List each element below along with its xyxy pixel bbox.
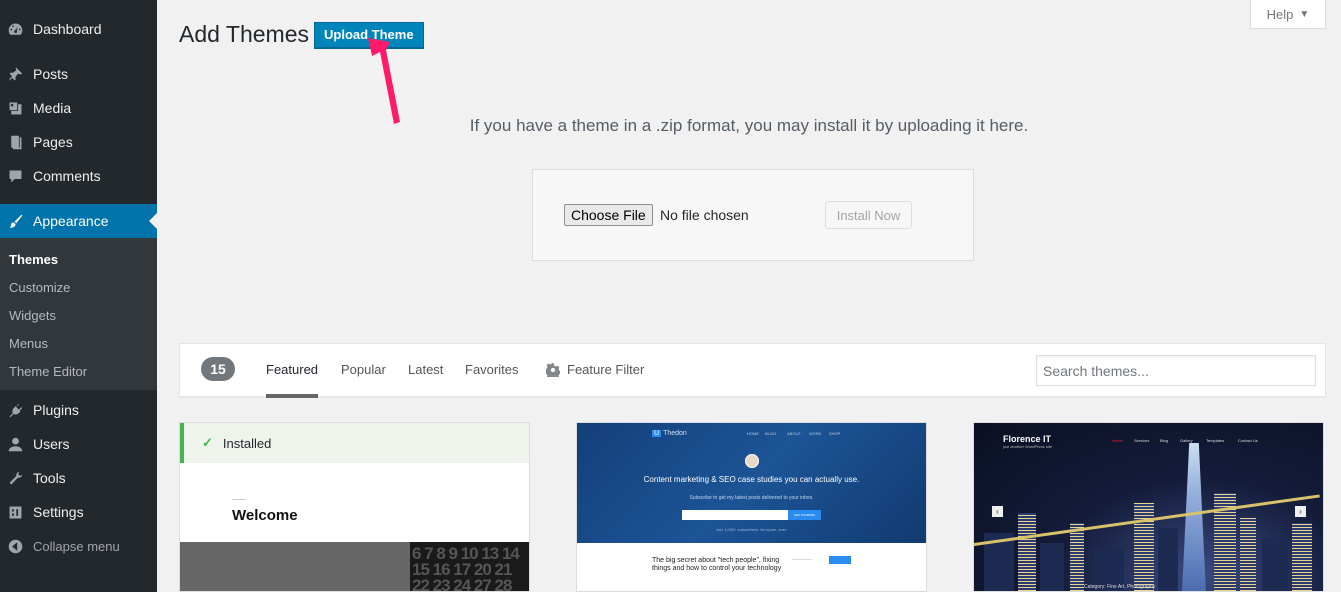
dashboard-icon	[6, 20, 24, 38]
menu-users[interactable]: Users	[0, 427, 157, 461]
pages-icon	[6, 133, 24, 151]
help-button[interactable]: Help ▼	[1250, 0, 1326, 29]
theme-preview-tagline: just another WordPress site	[1003, 444, 1053, 449]
settings-icon	[6, 503, 24, 521]
theme-preview-hero: Florence IT just another WordPress site …	[974, 423, 1323, 591]
menu-label: Tools	[33, 470, 66, 486]
menu-label: Settings	[33, 504, 84, 520]
preview-nav-item: SHOP	[829, 431, 841, 436]
theme-preview-post-title: The big secret about "tech people", fixi…	[652, 557, 782, 572]
menu-label: Appearance	[33, 213, 109, 229]
help-label: Help	[1266, 6, 1294, 22]
menu-label: Media	[33, 100, 72, 116]
submenu-theme-editor[interactable]: Theme Editor	[9, 364, 87, 379]
menu-label: Pages	[33, 134, 73, 150]
installed-notice: ✓ Installed	[180, 423, 529, 463]
choose-file-button[interactable]: Choose File	[564, 204, 653, 226]
theme-preview-title: Florence IT	[1003, 434, 1052, 444]
preview-nav-item: Services	[1134, 438, 1150, 443]
menu-appearance[interactable]: Appearance	[0, 204, 157, 238]
upload-form: Choose File No file chosen Install Now	[532, 169, 974, 261]
theme-preview-input	[682, 510, 788, 520]
menu-plugins[interactable]: Plugins	[0, 393, 157, 427]
install-now-button[interactable]: Install Now	[825, 201, 912, 229]
comment-icon	[6, 167, 24, 185]
tab-latest[interactable]: Latest	[408, 362, 443, 377]
plug-icon	[6, 401, 24, 419]
submenu-widgets[interactable]: Widgets	[9, 308, 56, 323]
feature-filter-button[interactable]: Feature Filter	[546, 362, 644, 377]
search-themes-input[interactable]	[1036, 355, 1316, 386]
file-status-text: No file chosen	[660, 207, 749, 223]
menu-comments[interactable]: Comments	[0, 159, 157, 193]
divider	[232, 499, 246, 500]
menu-pages[interactable]: Pages	[0, 125, 157, 159]
menu-posts[interactable]: Posts	[0, 57, 157, 91]
theme-preview-calendar: 6 7 8 9 10 13 14 15 16 17 20 21 22 23 24…	[410, 542, 529, 591]
preview-nav-item: WORK	[809, 431, 822, 436]
theme-preview-logo: U Thedon	[652, 430, 687, 437]
gear-icon	[546, 362, 560, 377]
preview-nav-item: ABOUT	[787, 431, 801, 436]
brush-icon	[6, 212, 24, 230]
menu-label: Plugins	[33, 402, 79, 418]
wrench-icon	[6, 469, 24, 487]
menu-label: Posts	[33, 66, 69, 82]
menu-tools[interactable]: Tools	[0, 461, 157, 495]
checkmark-icon: ✓	[202, 435, 213, 450]
theme-preview-caption: Category: Fine Art, Photography	[1084, 584, 1156, 590]
submenu-menus[interactable]: Menus	[9, 336, 48, 351]
avatar	[745, 454, 759, 468]
menu-label: Comments	[33, 168, 101, 184]
preview-nav-item: Home	[1112, 438, 1123, 443]
submenu-themes[interactable]: Themes	[9, 252, 58, 267]
tab-favorites[interactable]: Favorites	[465, 362, 518, 377]
installed-label: Installed	[222, 435, 272, 451]
menu-label: Dashboard	[33, 21, 102, 37]
theme-preview-heading: Content marketing & SEO case studies you…	[643, 475, 860, 484]
theme-preview-note: Join 1,000+ subscribers. No spam, ever.	[715, 527, 788, 532]
preview-nav-item: Blog	[1160, 438, 1169, 443]
theme-filter-bar: 15 Featured Popular Latest Favorites Fea…	[179, 343, 1326, 398]
theme-preview-heading: Welcome	[232, 507, 298, 524]
annotation-arrow-icon	[368, 38, 400, 124]
theme-count-badge: 15	[201, 357, 235, 381]
preview-nav-item: HOME	[747, 431, 759, 436]
theme-preview-hero: U Thedon HOME BLOG ABOUT WORK SHOP Conten…	[577, 423, 926, 543]
theme-preview-image	[1182, 443, 1206, 591]
chevron-left-icon: ‹	[992, 506, 1003, 517]
appearance-submenu: Themes Customize Widgets Menus Theme Edi…	[0, 238, 157, 390]
media-icon	[6, 99, 24, 117]
upload-description: If you have a theme in a .zip format, yo…	[469, 116, 1029, 135]
collapse-menu-button[interactable]: Collapse menu	[0, 529, 157, 563]
tab-featured[interactable]: Featured	[266, 362, 319, 398]
collapse-icon	[6, 537, 24, 555]
theme-card[interactable]: U Thedon HOME BLOG ABOUT WORK SHOP Conten…	[576, 422, 927, 592]
theme-preview-sidebar-button	[829, 556, 851, 564]
theme-preview-button: GET STARTED	[788, 510, 821, 520]
pin-icon	[6, 65, 24, 83]
theme-preview-subtext: Subscribe to get my latest posts deliver…	[689, 495, 814, 501]
feature-filter-label: Feature Filter	[567, 362, 645, 377]
menu-media[interactable]: Media	[0, 91, 157, 125]
divider	[792, 559, 812, 560]
preview-nav-item: Templates	[1206, 438, 1225, 443]
menu-dashboard[interactable]: Dashboard	[0, 12, 157, 46]
user-icon	[6, 435, 24, 453]
menu-settings[interactable]: Settings	[0, 495, 157, 529]
tab-popular[interactable]: Popular	[341, 362, 386, 377]
page-title: Add Themes	[179, 21, 309, 47]
theme-card[interactable]: ✓ Installed Welcome 6 7 8 9 10 13 14 15 …	[179, 422, 530, 592]
theme-card[interactable]: Florence IT just another WordPress site …	[973, 422, 1324, 592]
preview-nav-item: BLOG	[765, 431, 777, 436]
menu-label: Users	[33, 436, 70, 452]
preview-nav-item: Contact Us	[1238, 438, 1258, 443]
preview-nav-item: Gallery	[1180, 438, 1193, 443]
menu-label: Collapse menu	[33, 538, 120, 554]
theme-preview-image	[180, 542, 410, 591]
caret-down-icon: ▼	[1299, 8, 1310, 20]
admin-sidebar: Dashboard Posts Media Pages Comments App…	[0, 0, 157, 592]
chevron-right-icon: ›	[1295, 506, 1306, 517]
submenu-customize[interactable]: Customize	[9, 280, 70, 295]
